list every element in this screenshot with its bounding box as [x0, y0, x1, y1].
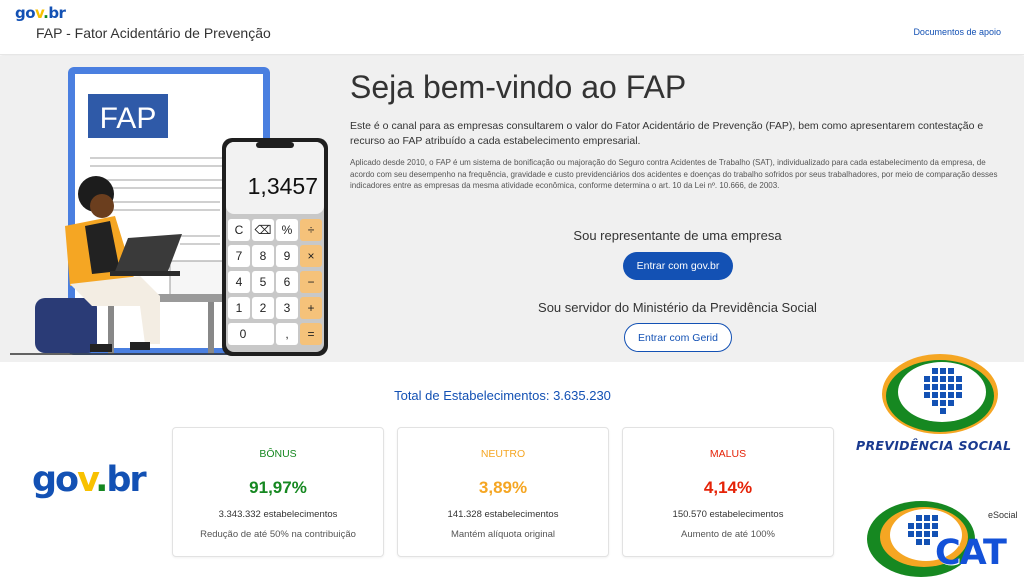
document-fap-label: FAP [100, 102, 157, 135]
fap-illustration: FAP 1,3457 C ⌫% ÷ 7 8 9 × 4 5 6 − 1 2 3 +0, = [10, 67, 328, 356]
card-malus: MALUS 4,14% 150.570 estabelecimentos Aum… [622, 427, 834, 557]
govbr-logo[interactable]: gov.br [15, 4, 66, 22]
esocial-label: eSocial [988, 510, 1018, 520]
representante-title: Sou representante de uma empresa [573, 228, 782, 243]
calc-key-label: % [282, 223, 293, 237]
detail-text: Aplicado desde 2010, o FAP é um sistema … [350, 158, 998, 190]
calc-display: 1,3457 [248, 173, 318, 199]
calc-key-label: 4 [236, 275, 243, 289]
calc-key-label: ⌫ [255, 223, 272, 237]
servidor-title: Sou servidor do Ministério da Previdênci… [538, 300, 817, 315]
card-description: Aumento de até 100% [680, 529, 775, 540]
pouf [35, 298, 97, 353]
calc-key-label: 1 [236, 301, 243, 315]
previdencia-social-text: PREVIDÊNCIA SOCIAL [856, 438, 1012, 453]
card-neutro: NEUTRO 3,89% 141.328 estabelecimentos Ma… [397, 427, 609, 557]
previdencia-logo-icon [882, 354, 998, 434]
card-count: 141.328 estabelecimentos [447, 509, 559, 520]
entrar-govbr-button[interactable]: Entrar com gov.br [623, 252, 733, 280]
calc-key-label: ÷ [308, 223, 315, 237]
header: gov.br FAP - Fator Acidentário de Preven… [0, 0, 1024, 55]
card-title: MALUS [709, 448, 747, 460]
calc-key-label: = [307, 327, 314, 341]
card-percentage: 4,14% [703, 478, 753, 497]
app-title: FAP - Fator Acidentário de Prevenção [36, 25, 271, 41]
calc-key-label: 5 [260, 275, 267, 289]
total-estabelecimentos: Total de Estabelecimentos: 3.635.230 [394, 388, 611, 403]
calc-key-label: 2 [260, 301, 267, 315]
card-description: Mantém alíquota original [450, 529, 556, 540]
calendar-icon [169, 260, 226, 300]
calc-key-label: 0 [240, 327, 247, 341]
card-count: 150.570 estabelecimentos [672, 509, 784, 520]
calc-key-label: 8 [260, 249, 267, 263]
calc-key-label: − [307, 275, 314, 289]
card-title: BÔNUS [259, 448, 297, 460]
card-percentage: 91,97% [249, 478, 307, 497]
calc-key-label: , [285, 327, 288, 341]
cat-text: CAT [935, 533, 1007, 573]
card-percentage: 3,89% [478, 478, 528, 497]
card-bonus: BÔNUS 91,97% 3.343.332 estabelecimentos … [172, 427, 384, 557]
entrar-gerid-button[interactable]: Entrar com Gerid [624, 323, 732, 352]
card-count: 3.343.332 estabelecimentos [218, 509, 338, 520]
documentos-apoio-link[interactable]: Documentos de apoio [913, 27, 1001, 37]
calc-key [228, 323, 274, 345]
calc-key-label: C [235, 223, 244, 237]
calc-key-label: 3 [284, 301, 291, 315]
calc-key-label: 6 [284, 275, 291, 289]
card-description: Redução de até 50% na contribuição [200, 529, 356, 540]
calc-key-label: 9 [284, 249, 291, 263]
calc-key-label: + [307, 301, 314, 315]
intro-text: Este é o canal para as empresas consulta… [350, 120, 984, 147]
page-title: Seja bem-vindo ao FAP [350, 69, 687, 105]
calc-key-label: 7 [236, 249, 243, 263]
calculator-phone: 1,3457 C ⌫% ÷ 7 8 9 × 4 5 6 − 1 2 3 +0, = [222, 138, 328, 356]
card-title: NEUTRO [480, 448, 526, 460]
calc-key-label: × [307, 249, 314, 263]
govbr-large-logo: gov.br [32, 460, 147, 500]
person-face [90, 194, 114, 218]
